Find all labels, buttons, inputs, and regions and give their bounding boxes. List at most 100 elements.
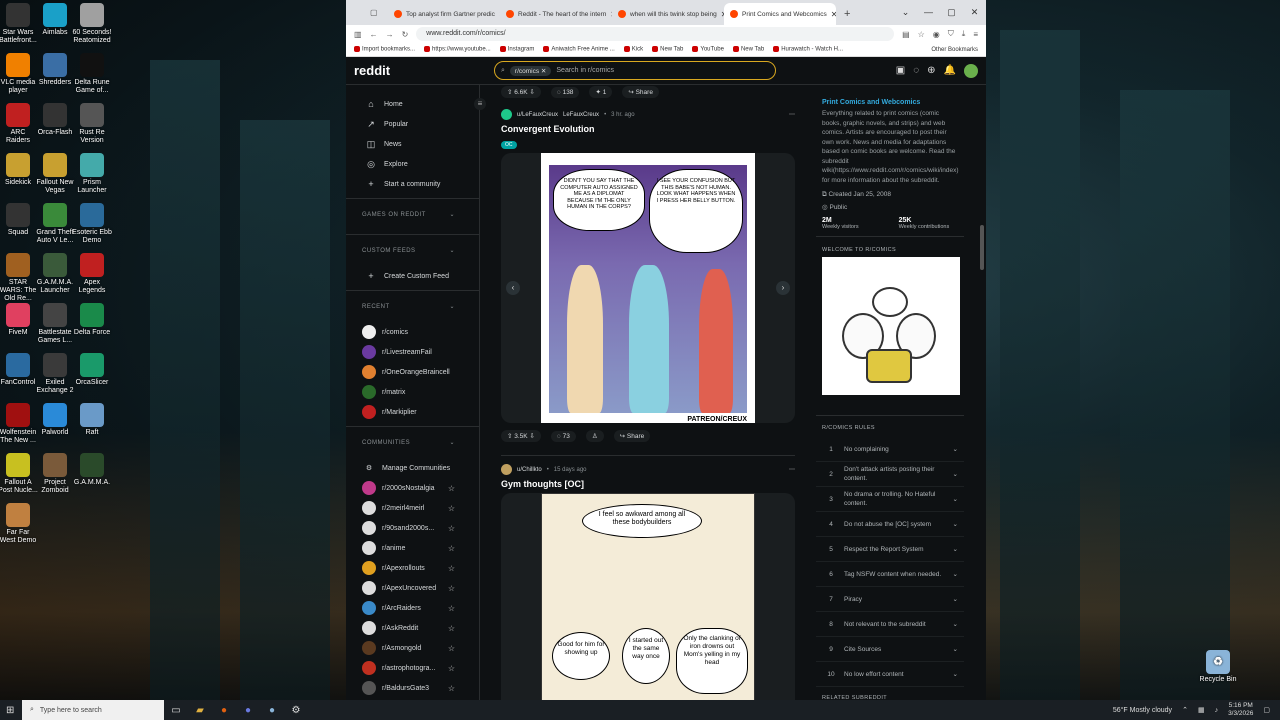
sidebar-toggle-icon[interactable]: ▥ <box>354 30 362 39</box>
close-button[interactable]: ✕ <box>963 0 986 25</box>
desktop-icon[interactable]: STAR WARS: The Old Re... <box>0 253 38 303</box>
communities-section[interactable]: COMMUNITIES ⌄ <box>346 426 479 458</box>
other-bookmarks[interactable]: Other Bookmarks <box>931 47 978 53</box>
community-item[interactable]: r/AskReddit ☆ <box>346 618 479 638</box>
browser-tab[interactable]: Top analyst firm Gartner predic✕ <box>388 3 500 25</box>
bookmark-item[interactable]: Aniwatch Free Anime ... <box>543 46 615 53</box>
favorite-star-icon[interactable]: ☆ <box>448 664 455 673</box>
favorite-star-icon[interactable]: ☆ <box>448 504 455 513</box>
desktop-icon[interactable]: Raft <box>72 403 112 437</box>
carousel-prev-button[interactable]: ‹ <box>506 281 520 295</box>
favorite-star-icon[interactable]: ☆ <box>448 624 455 633</box>
bookmark-item[interactable]: New Tab <box>732 46 764 53</box>
volume-icon[interactable]: ♪ <box>1215 707 1219 714</box>
custom-feeds-section[interactable]: CUSTOM FEEDS ⌄ <box>346 234 479 266</box>
settings-icon[interactable]: ⚙ <box>284 700 308 720</box>
author-avatar[interactable] <box>501 109 512 120</box>
desktop-icon[interactable]: G.A.M.M.A. <box>72 453 112 487</box>
more-options-icon[interactable]: ⋯ <box>789 111 795 118</box>
discord-icon[interactable]: ● <box>236 700 260 720</box>
recent-subreddit[interactable]: r/OneOrangeBraincell <box>346 362 479 382</box>
desktop-icon[interactable]: Battlestate Games L... <box>35 303 75 345</box>
back-icon[interactable]: ← <box>370 30 378 39</box>
advertise-icon[interactable]: ▣ <box>896 65 905 76</box>
award-icon[interactable]: ♙ <box>585 430 604 442</box>
bookmark-item[interactable]: Instagram <box>499 46 534 53</box>
new-tab-button[interactable]: + <box>836 3 858 25</box>
bookmark-item[interactable]: Import bookmarks... <box>354 46 415 53</box>
bookmark-item[interactable]: Hurawatch - Watch H... <box>773 46 843 53</box>
community-item[interactable]: r/ArcRaiders ☆ <box>346 598 479 618</box>
community-item[interactable]: r/anime ☆ <box>346 538 479 558</box>
author-avatar[interactable] <box>501 464 512 475</box>
games-section[interactable]: GAMES ON REDDIT ⌄ <box>346 198 479 230</box>
shield-icon[interactable]: ⛉ <box>948 29 954 39</box>
desktop-icon[interactable]: Sidekick <box>0 153 38 187</box>
tab-list-chevron-icon[interactable]: ⌄ <box>894 0 917 25</box>
nav-item-news[interactable]: ◫ News <box>346 134 479 154</box>
nav-item-explore[interactable]: ◎ Explore <box>346 154 479 174</box>
favorite-star-icon[interactable]: ☆ <box>448 524 455 533</box>
desktop-icon[interactable]: FanControl <box>0 353 38 387</box>
rule-item[interactable]: 5 Respect the Report System ⌄ <box>816 537 964 562</box>
recent-subreddit[interactable]: r/comics <box>346 322 479 342</box>
desktop-icon[interactable]: Grand Theft Auto V Le... <box>35 203 75 245</box>
taskbar-search[interactable]: ⌕ Type here to search <box>22 700 164 720</box>
community-item[interactable]: r/BaldursGate3 ☆ <box>346 678 479 698</box>
post[interactable]: u/Chillkto • 15 days ago ⋯ Gym thoughts … <box>501 455 795 700</box>
favorite-star-icon[interactable]: ☆ <box>448 604 455 613</box>
desktop-icon[interactable]: Fallout A Post Nucle... <box>0 453 38 495</box>
desktop-icon[interactable]: Apex Legends <box>72 253 112 295</box>
search-scope-chip[interactable]: r/comics ✕ <box>509 65 552 76</box>
community-item[interactable]: r/astrophotogra... ☆ <box>346 658 479 678</box>
comments-button[interactable]: ◌ 138 <box>550 86 580 98</box>
community-item[interactable]: r/Asmongold ☆ <box>346 638 479 658</box>
rule-item[interactable]: 8 Not relevant to the subreddit ⌄ <box>816 612 964 637</box>
desktop-icon[interactable]: Palworld <box>35 403 75 437</box>
search-box[interactable]: ⌕ r/comics ✕ Search in r/comics <box>494 61 776 80</box>
recent-subreddit[interactable]: r/matrix <box>346 382 479 402</box>
reload-icon[interactable]: ↻ <box>402 30 409 39</box>
user-avatar[interactable] <box>964 63 978 78</box>
rule-item[interactable]: 1 No complaining ⌄ <box>816 437 964 462</box>
community-item[interactable]: r/2000sNostalgia ☆ <box>346 478 479 498</box>
desktop-icon[interactable]: FiveM <box>0 303 38 337</box>
notifications-icon[interactable]: 🔔 <box>944 65 956 76</box>
community-item[interactable]: r/2meirl4meirl ☆ <box>346 498 479 518</box>
extension-icon[interactable]: ◉ <box>933 30 940 39</box>
vote-control[interactable]: ⇧ 6.6K ⇩ <box>501 86 541 98</box>
clock[interactable]: 5:16 PM 3/3/2026 <box>1228 702 1253 718</box>
recent-subreddit[interactable]: r/Markiplier <box>346 402 479 422</box>
create-custom-feed[interactable]: + Create Custom Feed <box>346 266 479 286</box>
notifications-icon[interactable]: ▢ <box>1263 706 1270 714</box>
favorite-star-icon[interactable]: ☆ <box>448 684 455 693</box>
tray-arrow-icon[interactable]: ⌃ <box>1182 706 1188 714</box>
network-icon[interactable]: ▦ <box>1198 706 1205 714</box>
desktop-icon[interactable]: Esoteric Ebb Demo <box>72 203 112 245</box>
rule-item[interactable]: 6 Tag NSFW content when needed. ⌄ <box>816 562 964 587</box>
bookmark-star-icon[interactable]: ☆ <box>918 30 925 39</box>
desktop-icon[interactable]: Delta Force <box>72 303 112 337</box>
desktop-icon[interactable]: Squad <box>0 203 38 237</box>
community-item[interactable]: r/Apexrollouts ☆ <box>346 558 479 578</box>
manage-communities[interactable]: ⚙ Manage Communities <box>346 458 479 478</box>
browser-tab[interactable]: when will this twink stop being✕ <box>612 3 724 25</box>
desktop-icon[interactable]: 60 Seconds! Reatomized <box>72 3 112 45</box>
desktop-icon[interactable]: Orca-Flash <box>35 103 75 137</box>
post-author[interactable]: u/Chillkto <box>517 467 542 473</box>
community-item[interactable]: r/ApexUncovered ☆ <box>346 578 479 598</box>
post-flair[interactable]: OC <box>501 141 517 149</box>
browser-tab[interactable]: Print Comics and Webcomics ✕ <box>724 3 836 25</box>
favorite-star-icon[interactable]: ☆ <box>448 484 455 493</box>
forward-icon[interactable]: → <box>386 30 394 39</box>
post-image[interactable]: I feel so awkward among all these bodybu… <box>501 493 795 700</box>
vote-control[interactable]: ⇧ 3.5K ⇩ <box>501 430 541 442</box>
page-scrollbar[interactable] <box>980 225 984 270</box>
firefox-icon[interactable]: ● <box>212 700 236 720</box>
favorite-star-icon[interactable]: ☆ <box>448 644 455 653</box>
desktop-icon[interactable]: Prism Launcher <box>72 153 112 195</box>
start-icon[interactable]: ⊞ <box>6 705 14 716</box>
post-title[interactable]: Gym thoughts [OC] <box>501 479 795 489</box>
rule-item[interactable]: 7 Piracy ⌄ <box>816 587 964 612</box>
desktop-icon[interactable]: Fallout New Vegas <box>35 153 75 195</box>
